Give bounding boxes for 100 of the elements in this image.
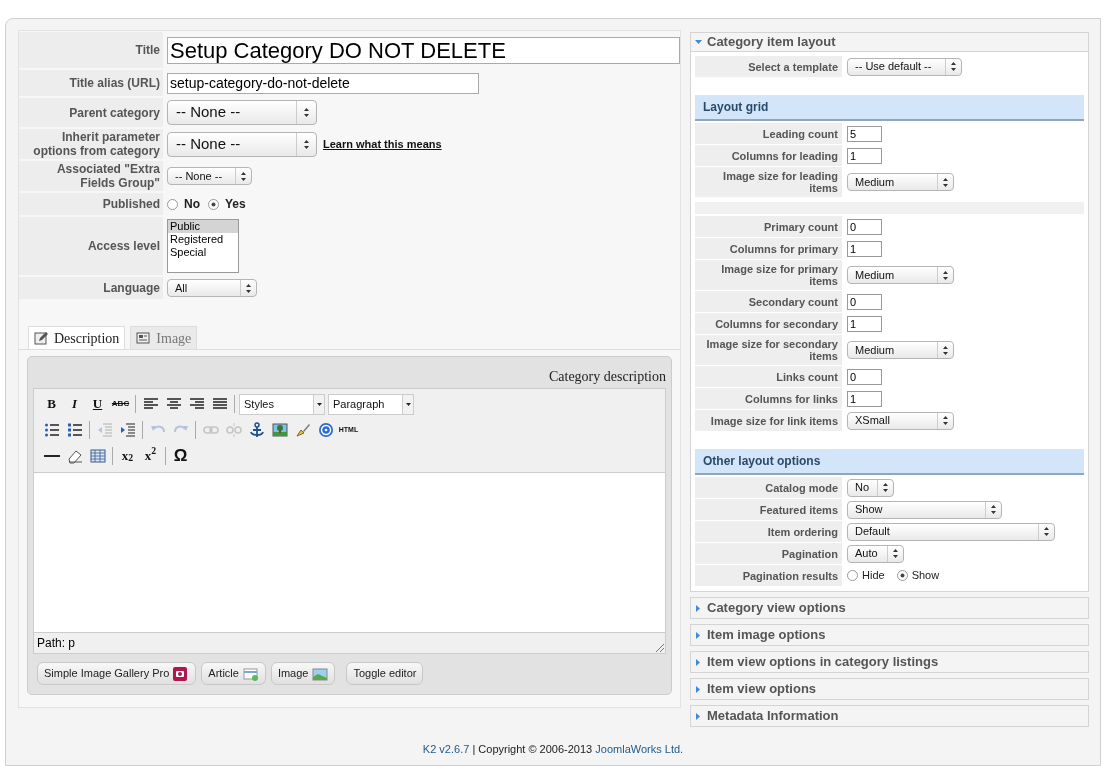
field-label: Featured items — [695, 499, 842, 520]
field-label: Links count — [695, 366, 842, 387]
dropdown[interactable]: Medium — [847, 266, 954, 284]
dropdown[interactable]: Medium — [847, 341, 954, 359]
panel-header[interactable]: Metadata Information — [691, 706, 1088, 726]
dropdown[interactable]: -- None -- — [167, 167, 252, 185]
panel-header[interactable]: Item image options — [691, 625, 1088, 645]
field-label: Associated "Extra Fields Group" — [19, 161, 163, 191]
field-label: Select a template — [695, 56, 842, 77]
alias-field[interactable]: setup-category-do-not-delete — [167, 72, 479, 94]
radio-label: No — [184, 196, 200, 213]
number-field[interactable]: 0 — [847, 368, 882, 385]
editor-button[interactable]: Simple Image Gallery Pro — [37, 662, 197, 685]
title-field[interactable]: Setup Category DO NOT DELETE — [167, 36, 680, 64]
resize-handle-icon — [654, 642, 664, 652]
field-label: Item ordering — [695, 521, 842, 542]
align-left-icon — [142, 396, 159, 412]
toolbar-button[interactable]: B — [40, 394, 63, 414]
updown-arrows-icon — [240, 170, 247, 182]
element-path: Path: p — [37, 635, 76, 652]
learn-more-link[interactable]: Learn what this means — [323, 135, 442, 153]
table-icon — [89, 448, 106, 464]
dropdown[interactable]: No — [847, 478, 894, 497]
unlink-icon — [225, 422, 242, 438]
editor-button[interactable]: Toggle editor — [346, 662, 424, 685]
caret-icon — [316, 402, 322, 406]
updown-arrows-icon — [942, 344, 949, 356]
editor-button[interactable]: Image — [270, 662, 336, 685]
field-label: Columns for primary — [695, 238, 842, 259]
dropdown[interactable]: All — [167, 279, 257, 297]
updown-arrows-icon — [303, 138, 310, 150]
toolbar-button[interactable]: Ω — [169, 446, 192, 466]
tab-icon — [34, 331, 48, 345]
image-icon — [271, 422, 288, 438]
dropdown[interactable]: -- None -- — [167, 131, 317, 157]
dropdown[interactable]: -- Use default -- — [847, 57, 962, 76]
field-label: Columns for secondary — [695, 313, 842, 334]
access-level-list[interactable]: Public Registered Special — [167, 219, 239, 273]
updown-arrows-icon — [990, 504, 997, 515]
list-option[interactable]: Registered — [168, 233, 238, 246]
number-field[interactable]: 1 — [847, 390, 882, 407]
updown-arrows-icon — [303, 107, 310, 118]
number-field[interactable]: 1 — [847, 315, 882, 332]
field-label: Published — [19, 193, 163, 215]
editor-caption: Category description — [548, 367, 666, 386]
section-header: Layout grid — [695, 95, 1084, 121]
radio-button[interactable] — [208, 198, 219, 210]
dropdown[interactable]: Medium — [847, 173, 954, 191]
updown-arrows-icon — [882, 482, 889, 493]
outdent-icon — [96, 422, 113, 438]
updown-arrows-icon — [245, 282, 252, 294]
dropdown[interactable]: Auto — [847, 544, 904, 563]
radio-label: Hide — [862, 568, 885, 584]
toolbar-button[interactable]: ABC — [109, 394, 132, 414]
toolbar-button[interactable]: I — [63, 394, 86, 414]
panel-header[interactable]: Category view options — [691, 598, 1088, 618]
field-label: Pagination results — [695, 565, 842, 586]
radio-button[interactable] — [847, 570, 858, 581]
panel-header[interactable]: Item view options — [691, 679, 1088, 699]
footer-link[interactable]: JoomlaWorks Ltd. — [595, 743, 684, 755]
number-field[interactable]: 0 — [847, 293, 882, 310]
radio-button[interactable] — [167, 198, 178, 210]
dropdown[interactable]: XSmall — [847, 411, 954, 430]
radio-button[interactable] — [896, 570, 908, 581]
toolbar-button[interactable]: x$^{2}$ — [139, 446, 162, 466]
updown-arrows-icon — [950, 61, 957, 72]
tab-icon — [136, 331, 151, 345]
number-field[interactable]: 0 — [847, 218, 882, 235]
footer-link[interactable]: K2 v2.6.7 — [422, 743, 470, 755]
field-label: Image size for leading items — [695, 167, 842, 197]
field-label: Image size for primary items — [695, 260, 842, 290]
dropdown[interactable]: Default — [847, 522, 1055, 541]
editor-tab[interactable]: Image — [130, 326, 198, 349]
dropdown[interactable]: Show — [847, 500, 1002, 519]
editor-tab[interactable]: Description — [28, 326, 126, 349]
list-option[interactable]: Special — [168, 246, 238, 259]
panel-header[interactable]: Item view options in category listings — [691, 652, 1088, 672]
eraser-icon — [66, 448, 83, 464]
field-label: Inherit parameter options from category — [19, 129, 163, 159]
panel-header[interactable]: Category item layout — [691, 33, 1088, 52]
format-dropdown[interactable]: Styles — [239, 393, 325, 415]
field-label: Title alias (URL) — [19, 70, 163, 96]
align-center-icon — [165, 396, 182, 412]
field-label: Catalog mode — [695, 477, 842, 498]
format-dropdown[interactable]: Paragraph — [328, 393, 414, 415]
align-right-icon — [188, 396, 205, 412]
editor-button[interactable]: Article — [201, 662, 266, 685]
dropdown[interactable]: -- None -- — [167, 100, 317, 125]
number-field[interactable]: 5 — [847, 125, 882, 142]
toolbar-button[interactable]: U — [86, 394, 109, 414]
toolbar-button[interactable]: x$_{2}$ — [116, 446, 139, 466]
number-field[interactable]: 1 — [847, 147, 882, 164]
updown-arrows-icon — [1043, 526, 1050, 537]
field-label: Parent category — [19, 98, 163, 127]
field-label: Access level — [19, 217, 163, 275]
list-option[interactable]: Public — [168, 220, 238, 233]
field-label: Image size for secondary items — [695, 335, 842, 365]
field-label: Pagination — [695, 543, 842, 564]
number-field[interactable]: 1 — [847, 240, 882, 257]
brush-icon — [294, 422, 311, 438]
